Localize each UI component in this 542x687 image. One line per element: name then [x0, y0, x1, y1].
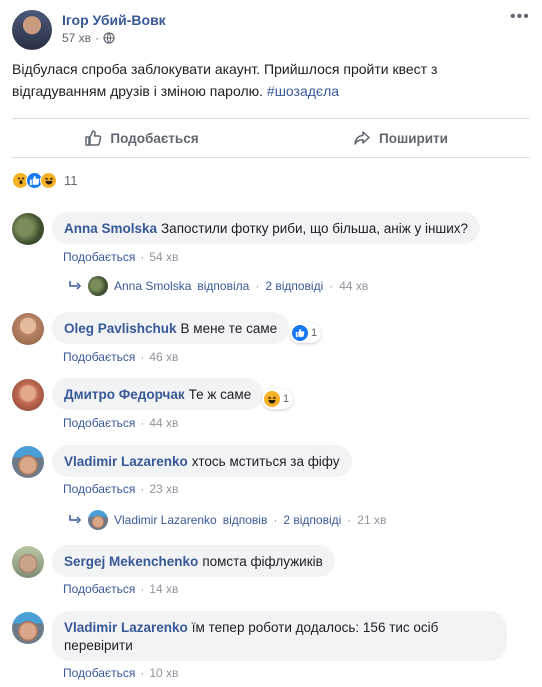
comment-author[interactable]: Дмитро Федорчак — [64, 387, 185, 402]
avatar[interactable] — [12, 313, 44, 345]
globe-icon — [103, 32, 115, 44]
hashtag-link[interactable]: #шозадєла — [267, 83, 339, 99]
comment-author[interactable]: Sergej Mekenchenko — [64, 554, 198, 569]
comment-like-link[interactable]: Подобається — [63, 416, 135, 430]
comment-like-link[interactable]: Подобається — [63, 482, 135, 496]
share-arrow-icon — [354, 131, 370, 145]
more-options-icon[interactable]: ••• — [510, 8, 532, 25]
comment-bubble: Anna Smolska Запостили фотку риби, що біл… — [52, 212, 481, 244]
avatar[interactable] — [12, 612, 44, 644]
comment-reaction-count[interactable]: 1 — [262, 389, 294, 409]
replies-link[interactable]: Vladimir Lazarenko відповів · 2 відповід… — [68, 510, 386, 530]
avatar — [88, 510, 108, 530]
avatar[interactable] — [12, 446, 44, 478]
comment-like-link[interactable]: Подобається — [63, 582, 135, 596]
comment-meta: Подобається · 23 хв — [63, 482, 179, 496]
comment-like-link[interactable]: Подобається — [63, 666, 135, 680]
reactions-summary[interactable]: 11 — [12, 170, 78, 190]
replies-link[interactable]: Anna Smolska відповіла · 2 відповіді · 4… — [68, 276, 368, 296]
comment-meta: Подобається · 10 хв — [63, 666, 179, 680]
comment-bubble: Дмитро Федорчак Те ж саме — [52, 378, 264, 410]
avatar — [88, 276, 108, 296]
post-text: Відбулася спроба заблокувати акаунт. При… — [12, 61, 438, 99]
like-button[interactable]: Подобається — [12, 119, 271, 157]
comment-text: Запостили фотку риби, що більша, аніж у … — [161, 221, 469, 236]
comment-time[interactable]: 14 хв — [149, 582, 178, 596]
comment-bubble: Vladimir Lazarenko хтось мститься за фіфу — [52, 445, 352, 477]
comment-bubble: Oleg Pavlishchuk В мене те саме — [52, 312, 290, 344]
comment-like-link[interactable]: Подобається — [63, 350, 135, 364]
comment-text: хтось мститься за фіфу — [191, 454, 340, 469]
post-header: Ігор Убий-Вовк 57 хв · ••• — [0, 0, 542, 58]
comment-time[interactable]: 23 хв — [149, 482, 178, 496]
comment-meta: Подобається · 14 хв — [63, 582, 179, 596]
comment-text: Те ж саме — [188, 387, 252, 402]
actions-bar: Подобається Поширити — [12, 118, 530, 158]
reactions-count: 11 — [64, 172, 78, 188]
comment-meta: Подобається · 54 хв — [63, 250, 179, 264]
comment-time[interactable]: 10 хв — [149, 666, 178, 680]
post-time[interactable]: 57 хв — [62, 31, 91, 45]
reply-arrow-icon — [69, 281, 82, 290]
comment-bubble: Vladimir Lazarenko їм тепер роботи додало… — [52, 611, 507, 661]
comment-meta: Подобається · 46 хв — [63, 350, 179, 364]
haha-reaction-icon — [40, 171, 57, 189]
comment-author[interactable]: Vladimir Lazarenko — [64, 454, 188, 469]
comment-time[interactable]: 54 хв — [149, 250, 178, 264]
comment-author[interactable]: Oleg Pavlishchuk — [64, 321, 177, 336]
haha-reaction-icon — [264, 391, 280, 407]
post-meta: 57 хв · — [62, 31, 115, 45]
comment-text: В мене те саме — [180, 321, 278, 336]
comment-bubble: Sergej Mekenchenko помста фіфлужиків — [52, 545, 335, 577]
comment-author[interactable]: Vladimir Lazarenko — [64, 620, 188, 635]
like-reaction-icon — [292, 325, 308, 341]
avatar[interactable] — [12, 213, 44, 245]
comment-meta: Подобається · 44 хв — [63, 416, 179, 430]
comment-time[interactable]: 44 хв — [149, 416, 178, 430]
avatar[interactable] — [12, 546, 44, 578]
post-author-name[interactable]: Ігор Убий-Вовк — [62, 12, 166, 28]
avatar[interactable] — [12, 379, 44, 411]
thumbs-up-icon — [85, 130, 102, 146]
reply-arrow-icon — [69, 515, 82, 524]
comment-like-link[interactable]: Подобається — [63, 250, 135, 264]
comment-reaction-count[interactable]: 1 — [290, 323, 322, 343]
comment-author[interactable]: Anna Smolska — [64, 221, 157, 236]
comment-time[interactable]: 46 хв — [149, 350, 178, 364]
comment-text: помста фіфлужиків — [202, 554, 323, 569]
author-avatar[interactable] — [12, 10, 52, 50]
share-button[interactable]: Поширити — [271, 119, 530, 157]
